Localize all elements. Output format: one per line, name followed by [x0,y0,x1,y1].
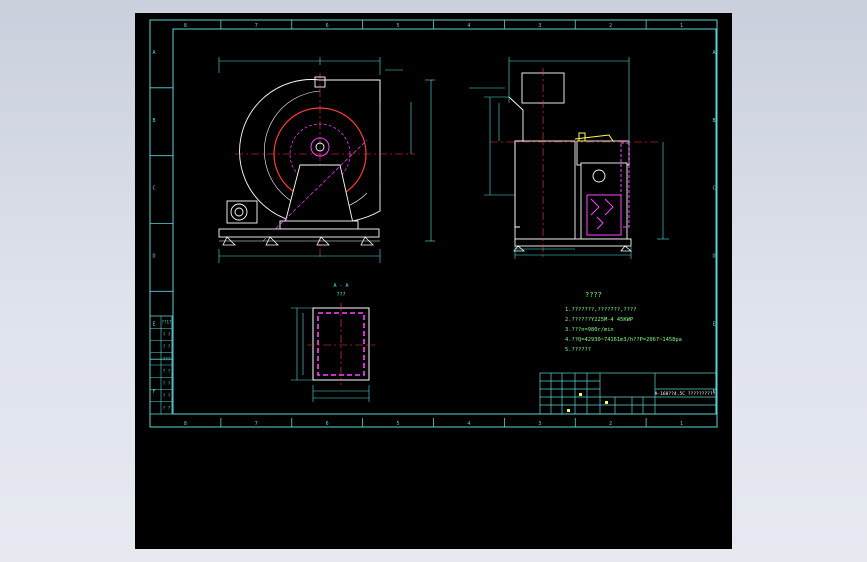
frame-zone-label: 8 [184,421,187,427]
left-panel-label: ? ? [163,405,171,410]
frame-zone-label: B [712,118,715,124]
frame-zone-label: 7 [255,421,258,427]
frame-zone-label: 4 [467,421,470,427]
left-panel-label: ??? [163,356,171,361]
drawing-canvas: 8877665544332211A AB BC CD DE EF F ??1?? ?? ??… [149,19,718,428]
notes-title: ???? [585,291,602,299]
frame-zone-label: C [152,186,155,192]
frame-zone-label: E [712,321,715,327]
frame-zone-label: 6 [326,421,329,427]
front-view [218,73,415,258]
frame-zone-label: 2 [609,23,612,29]
section-a-a: A - A ??? [291,283,375,402]
note-line: 1.???????,???????,???? [565,307,636,313]
frame-zone-label: 7 [255,23,258,29]
title-block-marks [567,393,608,412]
left-panel-label: ? ? [163,393,171,398]
frame-ticks [150,20,717,427]
left-panel-label: ? ? [163,381,171,386]
frame-zone-label: 3 [538,23,541,29]
frame-zone-label: 5 [397,23,400,29]
base-frame [218,228,380,238]
frame-zone-label: A [152,50,155,56]
frame-zone-label: F [152,389,155,395]
left-panel-label: ? ? [163,369,171,374]
section-sublabel: ??? [336,292,345,298]
drawing-sheet[interactable]: 8877665544332211AABBCCDDEEFF ??1?? ?? ??… [135,13,732,549]
side-view-dimensions [469,57,669,259]
left-panel-label: ? ? [163,344,171,349]
frame-zone-label: 5 [397,421,400,427]
section-label: A - A [333,283,348,289]
frame-zone-label: D [152,253,155,259]
left-side-panel: ??1? ? ? ? ???? ? ? ? ? ? ? ? ? [149,315,173,415]
note-line: 4.??Q=42930~74161m3/h??P=2067~1458pa [565,337,682,343]
frame-zone-label: 6 [326,23,329,29]
note-line: 2.??????Y225M-4 45KWP [565,317,633,323]
frame-zone-label: C [712,186,715,192]
left-panel-label: ??1? [161,320,172,325]
frame-zone-label: B [152,118,155,124]
frame-zone-label: 1 [680,23,683,29]
side-view [490,68,660,258]
frame-zone-label: 2 [609,421,612,427]
frame-zone-label: 1 [680,421,683,427]
frame-labels: 8877665544332211A AB BC CD DE EF F [152,23,715,427]
title-block-title: A-168??4.5C ?????????? [655,391,716,397]
frame-zone-label: A [712,50,715,56]
frame-zone-label: 4 [467,23,470,29]
outer-border [149,19,718,428]
note-line: 3.???n=980r/min [565,327,614,333]
frame-zone-label: 3 [538,421,541,427]
frame-zone-label: D [712,253,715,259]
left-panel-label: ? ? [163,332,171,337]
technical-notes: ???? 1.???????,???????,???? 2.??????Y225… [565,291,682,353]
cad-viewer-background: 8877665544332211AABBCCDDEEFF ??1?? ?? ??… [0,0,867,562]
fan-casing-side [514,140,576,240]
note-line: 5.?????? [565,347,591,353]
bearing-housing-side [580,162,628,240]
frame-zone-label: 8 [184,23,187,29]
frame-zone-label: E [152,321,155,327]
